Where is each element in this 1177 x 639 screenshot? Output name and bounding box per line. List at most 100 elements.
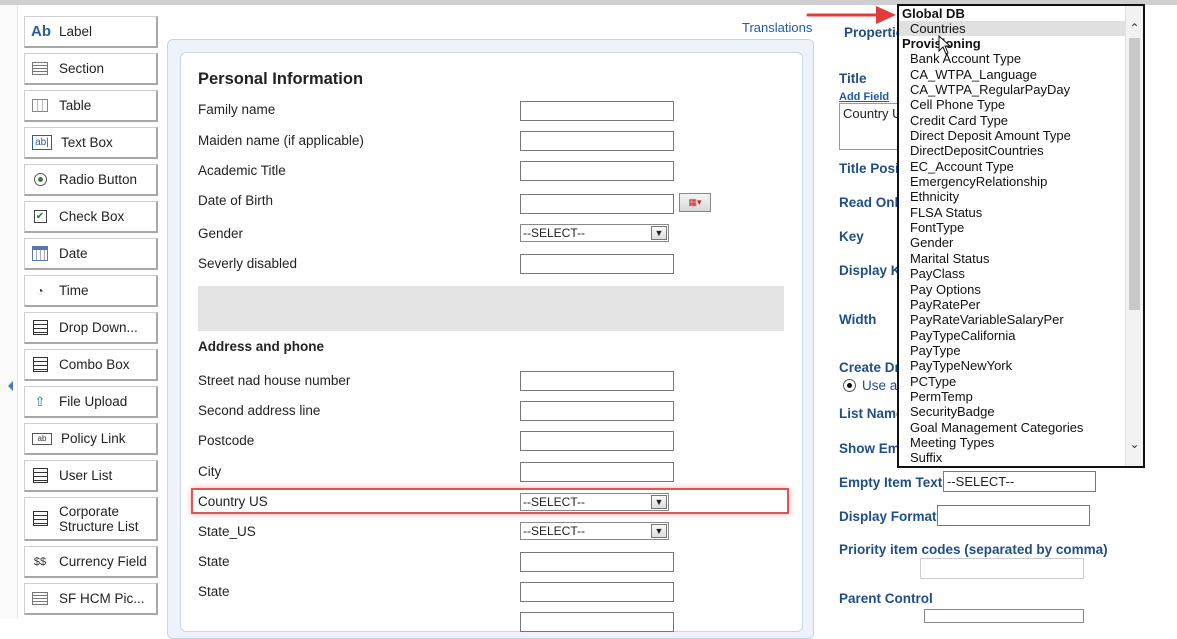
prop-display-key-label: Display K: [839, 263, 901, 278]
tool-label-text: Label: [59, 24, 93, 39]
list-name-dropdown[interactable]: Global DBCountriesProvisioningBank Accou…: [897, 4, 1145, 468]
dropdown-option[interactable]: Marital Status: [899, 251, 1127, 266]
use-a-radio-label: Use a: [862, 378, 898, 393]
collapse-arrow-icon[interactable]: [8, 381, 13, 391]
state-input-2[interactable]: [520, 582, 674, 602]
dropdown-option[interactable]: EmergencyRelationship: [899, 174, 1127, 189]
tool-text-box[interactable]: ab| Text Box: [24, 127, 158, 159]
label-state: State: [198, 554, 230, 569]
label-city: City: [198, 464, 222, 479]
chevron-down-icon[interactable]: ▼: [651, 495, 667, 509]
dropdown-option[interactable]: PayRatePer: [899, 297, 1127, 312]
maiden-name-input[interactable]: [520, 131, 674, 151]
dropdown-option[interactable]: SecurityBadge: [899, 404, 1127, 419]
tool-check-box[interactable]: ✔ Check Box: [24, 201, 158, 233]
academic-title-input[interactable]: [520, 161, 674, 181]
dropdown-option[interactable]: Meeting Types: [899, 435, 1127, 450]
tool-corporate-structure-text: Corporate Structure List: [59, 503, 139, 534]
prop-parent-control-label: Parent Control: [839, 591, 933, 606]
tool-corporate-structure-list[interactable]: Corporate Structure List: [24, 497, 158, 541]
tool-currency-field[interactable]: $$ Currency Field: [24, 546, 158, 578]
tool-date[interactable]: Date: [24, 238, 158, 270]
currency-icon: $$: [33, 555, 47, 568]
dropdown-option[interactable]: Direct Deposit Amount Type: [899, 128, 1127, 143]
country-us-select[interactable]: --SELECT-- ▼: [520, 493, 669, 511]
dropdown-option[interactable]: PayClass: [899, 266, 1127, 281]
dropdown-option[interactable]: Countries: [899, 21, 1127, 37]
dropdown-option[interactable]: PayRateVariableSalaryPer: [899, 312, 1127, 327]
dropdown-option[interactable]: PayTypeCalifornia: [899, 328, 1127, 343]
clock-icon: ◔: [36, 283, 44, 298]
gender-select-value: --SELECT--: [523, 226, 586, 240]
prop-read-only-label: Read Onl: [839, 195, 899, 210]
dropdown-option[interactable]: PayTypeNewYork: [899, 358, 1127, 373]
dropdown-scrollbar[interactable]: ⌃ ⌄: [1125, 6, 1143, 466]
chevron-down-icon[interactable]: ▼: [651, 524, 667, 538]
tool-drop-down[interactable]: Drop Down...: [24, 312, 158, 344]
tool-time[interactable]: ◔ Time: [24, 275, 158, 307]
dropdown-option[interactable]: Cell Phone Type: [899, 97, 1127, 112]
dropdown-option[interactable]: CA_WTPA_Language: [899, 67, 1127, 82]
severly-disabled-input[interactable]: [520, 254, 674, 274]
family-name-input[interactable]: [520, 101, 674, 121]
tool-file-upload-text: File Upload: [59, 394, 128, 409]
second-address-input[interactable]: [520, 401, 674, 421]
dropdown-option[interactable]: DirectDepositCountries: [899, 143, 1127, 158]
left-collapse-strip[interactable]: [0, 5, 18, 619]
dropdown-option[interactable]: Gender: [899, 235, 1127, 250]
dropdown-option[interactable]: Suffix: [899, 450, 1127, 465]
scrollbar-thumb[interactable]: [1129, 38, 1140, 310]
tool-sf-hcm-picker[interactable]: SF HCM Pic...: [24, 583, 158, 615]
add-field-link[interactable]: Add Field: [839, 91, 889, 103]
tool-combo-box[interactable]: Combo Box: [24, 349, 158, 381]
dropdown-option[interactable]: Bank Account Type: [899, 51, 1127, 66]
tool-section[interactable]: Section: [24, 53, 158, 85]
tool-user-list[interactable]: User List: [24, 460, 158, 492]
tool-policy-link[interactable]: ab Policy Link: [24, 423, 158, 455]
file-upload-icon: ⇧: [34, 393, 46, 409]
state-us-select[interactable]: --SELECT-- ▼: [520, 522, 669, 540]
use-a-radio[interactable]: [843, 379, 856, 392]
empty-item-text-input[interactable]: --SELECT--: [943, 471, 1096, 492]
city-input[interactable]: [520, 462, 674, 482]
tool-file-upload[interactable]: ⇧ File Upload: [24, 386, 158, 418]
dropdown-option[interactable]: PCType: [899, 374, 1127, 389]
gender-select[interactable]: --SELECT-- ▼: [520, 224, 669, 242]
dropdown-option[interactable]: PayType: [899, 343, 1127, 358]
label-state-2: State: [198, 584, 230, 599]
dropdown-option[interactable]: EC_Account Type: [899, 159, 1127, 174]
label-family-name: Family name: [198, 102, 276, 117]
label-gender: Gender: [198, 226, 244, 241]
label-icon: Ab: [31, 23, 51, 40]
street-input[interactable]: [520, 371, 674, 391]
scroll-down-icon[interactable]: ⌄: [1126, 436, 1143, 452]
calendar-picker-icon[interactable]: ▦▾: [679, 193, 711, 212]
postcode-input[interactable]: [520, 431, 674, 451]
priority-codes-input[interactable]: [920, 558, 1084, 579]
parent-control-select[interactable]: [924, 609, 1084, 623]
next-field-input[interactable]: [520, 612, 674, 632]
dropdown-option[interactable]: Goal Management Categories: [899, 420, 1127, 435]
dropdown-option[interactable]: Ethnicity: [899, 189, 1127, 204]
tool-time-text: Time: [59, 283, 89, 298]
translations-link[interactable]: Translations: [742, 20, 812, 35]
tool-label[interactable]: Ab Label: [24, 16, 158, 48]
date-of-birth-input[interactable]: [520, 194, 674, 214]
tool-table[interactable]: Table: [24, 90, 158, 122]
scroll-up-icon[interactable]: ⌃: [1126, 20, 1143, 36]
prop-title-position-label: Title Posi: [839, 161, 899, 176]
state-input[interactable]: [520, 552, 674, 572]
display-format-input[interactable]: [937, 505, 1090, 526]
dropdown-option[interactable]: FLSA Status: [899, 205, 1127, 220]
tool-combo-box-text: Combo Box: [59, 357, 130, 372]
section-icon: [31, 61, 49, 77]
dropdown-option[interactable]: PermTemp: [899, 389, 1127, 404]
state-us-select-value: --SELECT--: [523, 524, 586, 538]
dropdown-option[interactable]: CA_WTPA_RegularPayDay: [899, 82, 1127, 97]
dropdown-option[interactable]: FontType: [899, 220, 1127, 235]
chevron-down-icon[interactable]: ▼: [651, 226, 667, 240]
tool-radio-button[interactable]: Radio Button: [24, 164, 158, 196]
dropdown-option[interactable]: Pay Options: [899, 282, 1127, 297]
prop-empty-item-text-label: Empty Item Text: [839, 475, 943, 490]
dropdown-option[interactable]: Credit Card Type: [899, 113, 1127, 128]
